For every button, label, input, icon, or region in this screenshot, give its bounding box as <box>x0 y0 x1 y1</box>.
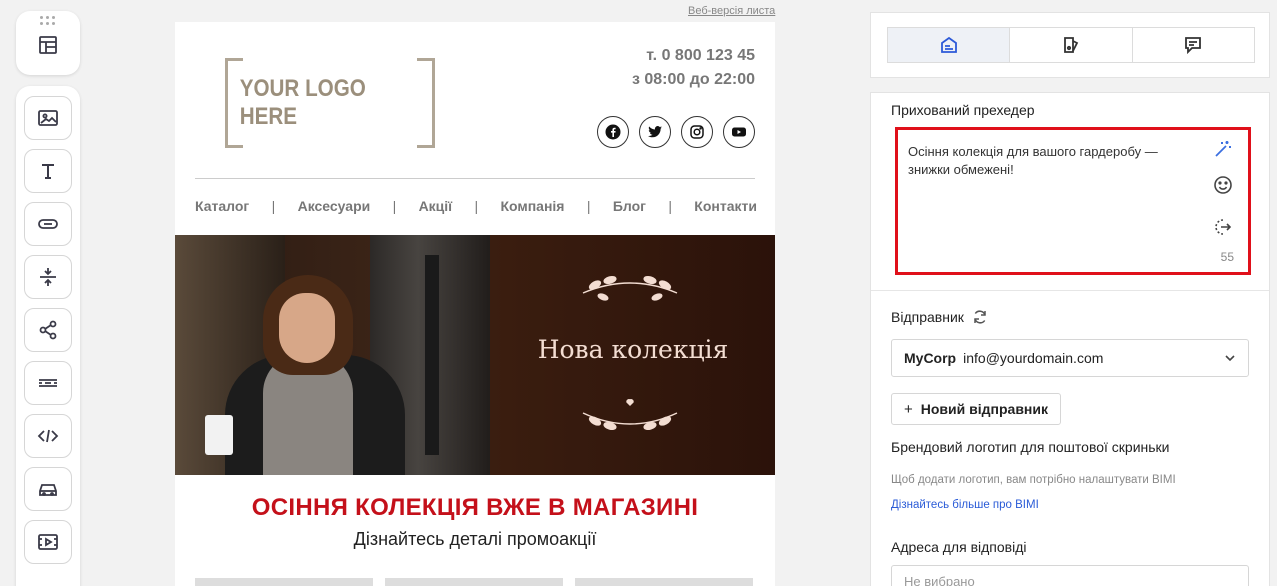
reply-to-title: Адреса для відповіді <box>891 539 1027 555</box>
button-icon <box>38 219 58 229</box>
phone-number: т. 0 800 123 45 <box>646 47 755 64</box>
email-nav-menu: Каталог | Аксесуари | Акції | Компанія |… <box>195 198 757 214</box>
share-icon <box>39 320 57 340</box>
new-sender-button[interactable]: + Новий відправник <box>891 393 1061 425</box>
email-canvas[interactable]: YOUR LOGO HERE т. 0 800 123 45 з 08:00 д… <box>175 22 775 586</box>
wreath-bottom-icon <box>582 399 678 430</box>
sender-email: info@yourdomain.com <box>963 350 1104 366</box>
drag-handle-icon[interactable] <box>40 16 56 26</box>
bimi-hint: Щоб додати логотип, вам потрібно налашту… <box>891 474 1176 486</box>
nav-item-contacts[interactable]: Контакти <box>694 198 757 214</box>
email-headline[interactable]: ОСІННЯ КОЛЕКЦІЯ ВЖЕ В МАГАЗИНІ <box>175 494 775 522</box>
spacer-icon <box>40 268 56 286</box>
youtube-icon[interactable] <box>723 116 755 148</box>
block-tools-panel <box>16 86 80 586</box>
spacer-block-button[interactable] <box>24 255 72 299</box>
preheader-input[interactable]: Осіння колекція для вашого гардеробу — з… <box>895 127 1251 275</box>
magic-wand-icon[interactable] <box>1212 138 1234 160</box>
sender-name: MyCorp <box>904 350 957 366</box>
sender-select[interactable]: MyCorp info@yourdomain.com <box>891 339 1249 377</box>
comment-icon <box>1185 37 1202 55</box>
email-subheadline[interactable]: Дізнайтесь деталі промоакції <box>175 529 775 550</box>
product-block-button[interactable] <box>24 467 72 511</box>
image-icon <box>38 110 58 126</box>
video-block-button[interactable] <box>24 520 72 564</box>
layout-tool-panel <box>16 11 80 75</box>
car-icon <box>39 484 57 496</box>
web-version-link[interactable]: Веб-версія листа <box>688 5 775 17</box>
nav-item-company[interactable]: Компанія <box>500 198 564 214</box>
nav-item-promotions[interactable]: Акції <box>419 198 453 214</box>
social-links <box>597 116 755 148</box>
nav-item-accessories[interactable]: Аксесуари <box>298 198 371 214</box>
product-thumbnail[interactable] <box>385 578 563 586</box>
social-block-button[interactable] <box>24 308 72 352</box>
nav-item-blog[interactable]: Блог <box>613 198 646 214</box>
tab-styles[interactable] <box>1010 28 1133 62</box>
sender-label: Відправник <box>891 309 964 325</box>
logo-text: YOUR LOGO HERE <box>239 75 366 130</box>
section-divider <box>871 290 1269 291</box>
reply-to-select[interactable]: Не вибрано <box>891 565 1249 586</box>
product-thumbnails <box>195 578 753 586</box>
preheader-label: Прихований прехедер <box>891 102 1035 118</box>
hero-banner[interactable]: Нова колекція <box>175 235 775 475</box>
button-block-button[interactable] <box>24 202 72 246</box>
bimi-learn-more-link[interactable]: Дізнайтесь більше про BIMI <box>891 499 1039 511</box>
text-icon <box>42 164 54 179</box>
image-block-button[interactable] <box>24 96 72 140</box>
product-thumbnail[interactable] <box>195 578 373 586</box>
preheader-text[interactable]: Осіння колекція для вашого гардеробу — з… <box>908 143 1198 179</box>
emoji-icon[interactable] <box>1212 174 1234 196</box>
layout-icon[interactable] <box>37 34 59 61</box>
sender-label-row: Відправник <box>891 309 988 325</box>
product-thumbnail[interactable] <box>575 578 753 586</box>
refresh-icon[interactable] <box>972 309 988 325</box>
email-settings-panel: Прихований прехедер Осіння колекція для … <box>870 92 1270 586</box>
divider-block-button[interactable] <box>24 361 72 405</box>
chevron-down-icon <box>1225 355 1235 362</box>
logo-placeholder[interactable]: YOUR LOGO HERE <box>225 58 435 148</box>
contact-info: т. 0 800 123 45 з 08:00 до 22:00 <box>632 44 755 92</box>
personalization-icon[interactable] <box>1212 216 1234 238</box>
plus-icon: + <box>904 400 913 418</box>
wreath-top-icon <box>582 276 678 301</box>
facebook-icon[interactable] <box>597 116 629 148</box>
divider-icon <box>39 379 57 387</box>
text-block-button[interactable] <box>24 149 72 193</box>
panel-tabs <box>887 27 1255 63</box>
tab-email-settings[interactable] <box>888 28 1011 62</box>
twitter-icon[interactable] <box>639 116 671 148</box>
code-icon <box>37 429 59 443</box>
brand-logo-title: Брендовий логотип для поштової скриньки <box>891 439 1170 455</box>
new-sender-label: Новий відправник <box>920 401 1048 417</box>
nav-item-catalog[interactable]: Каталог <box>195 198 249 214</box>
preheader-char-count: 55 <box>1220 250 1234 264</box>
header-divider <box>195 178 755 179</box>
html-block-button[interactable] <box>24 414 72 458</box>
video-icon <box>38 534 58 550</box>
panel-tabs-card <box>870 12 1270 78</box>
style-icon <box>1064 37 1079 53</box>
hero-title: Нова колекція <box>537 335 729 364</box>
instagram-icon[interactable] <box>681 116 713 148</box>
email-settings-icon <box>940 36 957 53</box>
working-hours: з 08:00 до 22:00 <box>631 71 755 88</box>
tab-comments[interactable] <box>1133 28 1254 62</box>
